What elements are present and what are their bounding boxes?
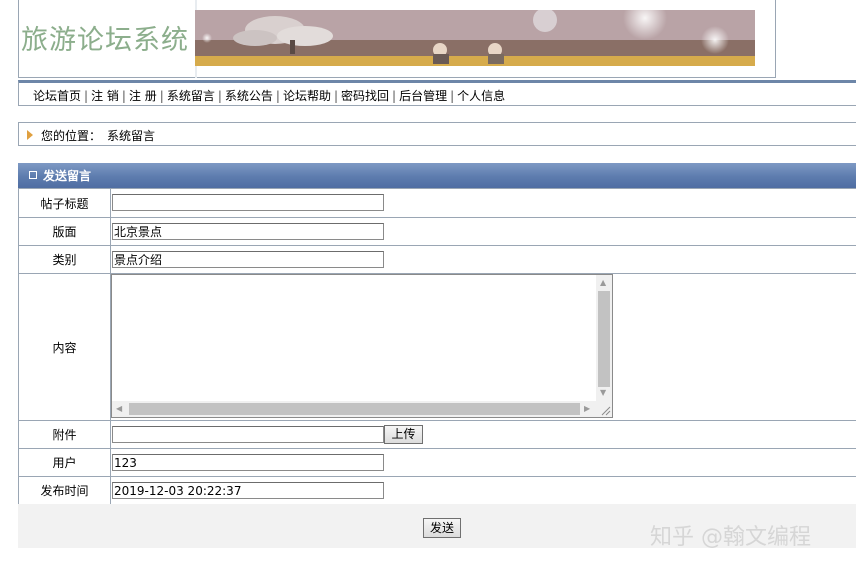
vertical-scrollbar[interactable]: ▲ ▼ xyxy=(596,275,612,402)
nav-item-announcements[interactable]: 系统公告 xyxy=(225,89,273,103)
message-form: 帖子标题 版面 类别 内容 ▲ ▼ xyxy=(18,188,856,505)
attachment-label: 附件 xyxy=(18,420,111,449)
banner-image xyxy=(195,10,755,66)
nav-separator: | xyxy=(450,89,455,103)
nav-separator: | xyxy=(121,89,126,103)
attachment-input[interactable] xyxy=(112,426,384,443)
nav-separator: | xyxy=(392,89,397,103)
nav-item-admin[interactable]: 后台管理 xyxy=(399,89,447,103)
banner-scene-icon xyxy=(195,10,755,66)
nav-item-profile[interactable]: 个人信息 xyxy=(457,89,505,103)
watermark: 知乎 @翰文编程 xyxy=(650,525,811,550)
user-label: 用户 xyxy=(18,448,111,477)
nav-separator: | xyxy=(217,89,222,103)
scroll-right-icon[interactable]: ▶ xyxy=(584,405,590,413)
main-nav: 论坛首页 | 注 销 | 注 册 | 系统留言 | 系统公告 | 论坛帮助 | 密码找回 | 后台管理 | 个人… xyxy=(18,80,856,106)
content-label: 内容 xyxy=(18,273,111,421)
nav-item-home[interactable]: 论坛首页 xyxy=(33,89,81,103)
breadcrumb-current: 系统留言 xyxy=(107,129,156,143)
nav-item-password-recovery[interactable]: 密码找回 xyxy=(341,89,389,103)
nav-separator: | xyxy=(159,89,164,103)
nav-separator: | xyxy=(84,89,89,103)
resize-grip-icon[interactable] xyxy=(596,401,612,417)
category-label: 类别 xyxy=(18,245,111,274)
scroll-down-icon[interactable]: ▼ xyxy=(600,389,606,397)
vertical-scroll-thumb[interactable] xyxy=(598,291,610,387)
nav-item-help[interactable]: 论坛帮助 xyxy=(283,89,331,103)
breadcrumb-arrow-icon xyxy=(27,130,33,140)
section-title: 发送留言 xyxy=(43,169,92,183)
section-header: 发送留言 xyxy=(18,163,856,188)
user-input[interactable] xyxy=(112,454,384,471)
nav-separator: | xyxy=(333,89,338,103)
nav-item-logout[interactable]: 注 销 xyxy=(91,89,119,103)
board-input[interactable] xyxy=(112,223,384,240)
publish-time-label: 发布时间 xyxy=(18,476,111,505)
content-textarea[interactable]: ▲ ▼ ◀ ▶ xyxy=(111,274,613,418)
horizontal-scrollbar[interactable]: ◀ ▶ xyxy=(112,401,598,417)
title-label: 帖子标题 xyxy=(18,188,111,218)
breadcrumb: 您的位置： 系统留言 xyxy=(18,122,856,146)
section-square-icon xyxy=(29,171,37,179)
nav-item-register[interactable]: 注 册 xyxy=(129,89,157,103)
send-button[interactable]: 发送 xyxy=(423,518,461,538)
title-input[interactable] xyxy=(112,194,384,211)
nav-item-messages[interactable]: 系统留言 xyxy=(167,89,215,103)
upload-button[interactable]: 上传 xyxy=(384,425,423,444)
nav-separator: | xyxy=(275,89,280,103)
horizontal-scroll-thumb[interactable] xyxy=(129,403,580,415)
board-label: 版面 xyxy=(18,217,111,246)
category-input[interactable] xyxy=(112,251,384,268)
scroll-up-icon[interactable]: ▲ xyxy=(600,279,606,287)
scroll-left-icon[interactable]: ◀ xyxy=(116,405,122,413)
breadcrumb-label: 您的位置： xyxy=(41,129,102,143)
site-title: 旅游论坛系统 xyxy=(21,25,189,56)
publish-time-input[interactable] xyxy=(112,482,384,499)
site-header: 旅游论坛系统 xyxy=(18,0,776,78)
